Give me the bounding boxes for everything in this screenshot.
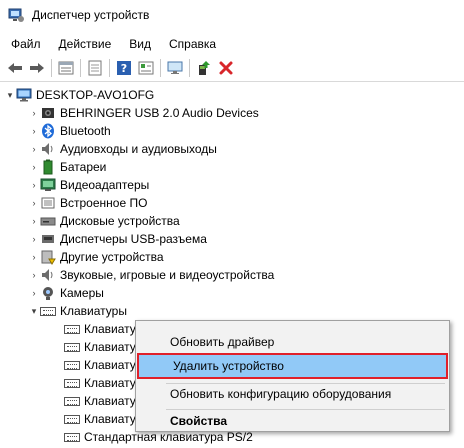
forward-icon[interactable] xyxy=(27,58,47,78)
collapse-icon[interactable]: ▾ xyxy=(28,302,40,320)
show-hidden-icon[interactable] xyxy=(85,58,105,78)
tree-root[interactable]: ▾ DESKTOP-AVO1OFG xyxy=(4,86,155,104)
tree-item-behringer[interactable]: › BEHRINGER USB 2.0 Audio Devices xyxy=(28,104,259,122)
update-driver-icon[interactable] xyxy=(194,58,214,78)
battery-icon xyxy=(40,159,56,175)
keyboard-icon xyxy=(64,339,80,355)
properties-icon[interactable] xyxy=(56,58,76,78)
keyboard-icon xyxy=(64,321,80,337)
keyboard-icon xyxy=(40,303,56,319)
expand-icon[interactable]: › xyxy=(28,284,40,302)
keyboard-icon xyxy=(64,393,80,409)
usb-connector-icon xyxy=(40,231,56,247)
scan-hardware-icon[interactable] xyxy=(165,58,185,78)
expand-icon[interactable]: › xyxy=(28,122,40,140)
menu-view[interactable]: Вид xyxy=(122,37,158,51)
tree-item-label: Диспетчеры USB-разъема xyxy=(60,232,207,246)
tree-item-disk-drives[interactable]: › Дисковые устройства xyxy=(28,212,180,230)
sound-video-icon xyxy=(40,267,56,283)
firmware-icon xyxy=(40,195,56,211)
computer-icon xyxy=(16,87,32,103)
tree-item-label: Другие устройства xyxy=(60,250,164,264)
expand-icon[interactable]: › xyxy=(28,266,40,284)
expand-icon[interactable]: › xyxy=(28,176,40,194)
title-bar: Диспетчер устройств xyxy=(0,0,464,30)
help-icon[interactable]: ? xyxy=(114,58,134,78)
tree-item-usb-connectors[interactable]: › Диспетчеры USB-разъема xyxy=(28,230,207,248)
view-icon[interactable] xyxy=(136,58,156,78)
tree-item-label: Клавиату xyxy=(84,376,136,390)
menu-action[interactable]: Действие xyxy=(52,37,119,51)
toolbar-separator xyxy=(109,58,110,77)
menu-file[interactable]: Файл xyxy=(4,37,48,51)
menu-properties[interactable]: Свойства xyxy=(136,410,449,432)
toolbar-separator xyxy=(160,58,161,77)
tree-item-sound-video[interactable]: › Звуковые, игровые и видеоустройства xyxy=(28,266,275,284)
toolbar-separator xyxy=(80,58,81,77)
display-adapter-icon xyxy=(40,177,56,193)
toolbar-separator xyxy=(189,58,190,77)
tree-item-cameras[interactable]: › Камеры xyxy=(28,284,104,302)
uninstall-icon[interactable] xyxy=(216,58,236,78)
tree-item-label: Камеры xyxy=(60,286,104,300)
keyboard-icon xyxy=(64,429,80,445)
tree-item-other-devices[interactable]: › Другие устройства xyxy=(28,248,164,266)
tree-item-bluetooth[interactable]: › Bluetooth xyxy=(28,122,111,140)
tree-item-label: Батареи xyxy=(60,160,107,174)
context-menu: Обновить драйвер Удалить устройство Обно… xyxy=(135,320,450,432)
keyboard-device[interactable]: Клавиату xyxy=(64,392,136,410)
expand-icon[interactable]: › xyxy=(28,212,40,230)
device-manager-icon xyxy=(8,7,24,23)
menu-scan-hardware[interactable]: Обновить конфигурацию оборудования xyxy=(136,383,449,405)
audio-device-icon xyxy=(40,105,56,121)
tree-item-label: Аудиовходы и аудиовыходы xyxy=(60,142,217,156)
camera-icon xyxy=(40,285,56,301)
keyboard-device[interactable]: Клавиату xyxy=(64,410,136,428)
disk-drive-icon xyxy=(40,213,56,229)
tree-item-label: Встроенное ПО xyxy=(60,196,148,210)
collapse-icon[interactable]: ▾ xyxy=(4,86,16,104)
tree-item-keyboards[interactable]: ▾ Клавиатуры xyxy=(28,302,127,320)
menu-uninstall-device[interactable]: Удалить устройство xyxy=(137,353,448,379)
tree-item-label: Дисковые устройства xyxy=(60,214,180,228)
tree-item-label: Клавиату xyxy=(84,412,136,426)
tree-item-label: Клавиату xyxy=(84,394,136,408)
bluetooth-icon xyxy=(40,123,56,139)
tree-item-label: Клавиату xyxy=(84,340,136,354)
keyboard-icon xyxy=(64,375,80,391)
menu-bar: Файл Действие Вид Справка xyxy=(0,34,464,54)
tree-item-label: Bluetooth xyxy=(60,124,111,138)
back-icon[interactable] xyxy=(5,58,25,78)
keyboard-device[interactable]: Клавиату xyxy=(64,356,136,374)
tree-item-label: Видеоадаптеры xyxy=(60,178,150,192)
speaker-icon xyxy=(40,141,56,157)
keyboard-icon xyxy=(64,357,80,373)
keyboard-icon xyxy=(64,411,80,427)
expand-icon[interactable]: › xyxy=(28,158,40,176)
keyboard-device[interactable]: Клавиату xyxy=(64,338,136,356)
svg-text:?: ? xyxy=(121,62,127,75)
tree-root-label: DESKTOP-AVO1OFG xyxy=(36,88,155,102)
expand-icon[interactable]: › xyxy=(28,194,40,212)
tree-item-display-adapters[interactable]: › Видеоадаптеры xyxy=(28,176,150,194)
tree-item-firmware[interactable]: › Встроенное ПО xyxy=(28,194,148,212)
expand-icon[interactable]: › xyxy=(28,104,40,122)
menu-update-driver[interactable]: Обновить драйвер xyxy=(136,331,449,353)
tree-item-label: Клавиатуры xyxy=(60,304,127,318)
window-title: Диспетчер устройств xyxy=(32,8,150,22)
tree-item-label: Звуковые, игровые и видеоустройства xyxy=(60,268,275,282)
unknown-device-icon xyxy=(40,249,56,265)
tree-item-label: BEHRINGER USB 2.0 Audio Devices xyxy=(60,106,259,120)
toolbar-separator xyxy=(51,58,52,77)
expand-icon[interactable]: › xyxy=(28,140,40,158)
tree-item-label: Клавиату xyxy=(84,358,136,372)
toolbar: ? xyxy=(0,54,464,82)
tree-item-batteries[interactable]: › Батареи xyxy=(28,158,106,176)
tree-item-audio-io[interactable]: › Аудиовходы и аудиовыходы xyxy=(28,140,217,158)
keyboard-device[interactable]: Клавиату xyxy=(64,374,136,392)
expand-icon[interactable]: › xyxy=(28,230,40,248)
menu-help[interactable]: Справка xyxy=(162,37,223,51)
expand-icon[interactable]: › xyxy=(28,248,40,266)
